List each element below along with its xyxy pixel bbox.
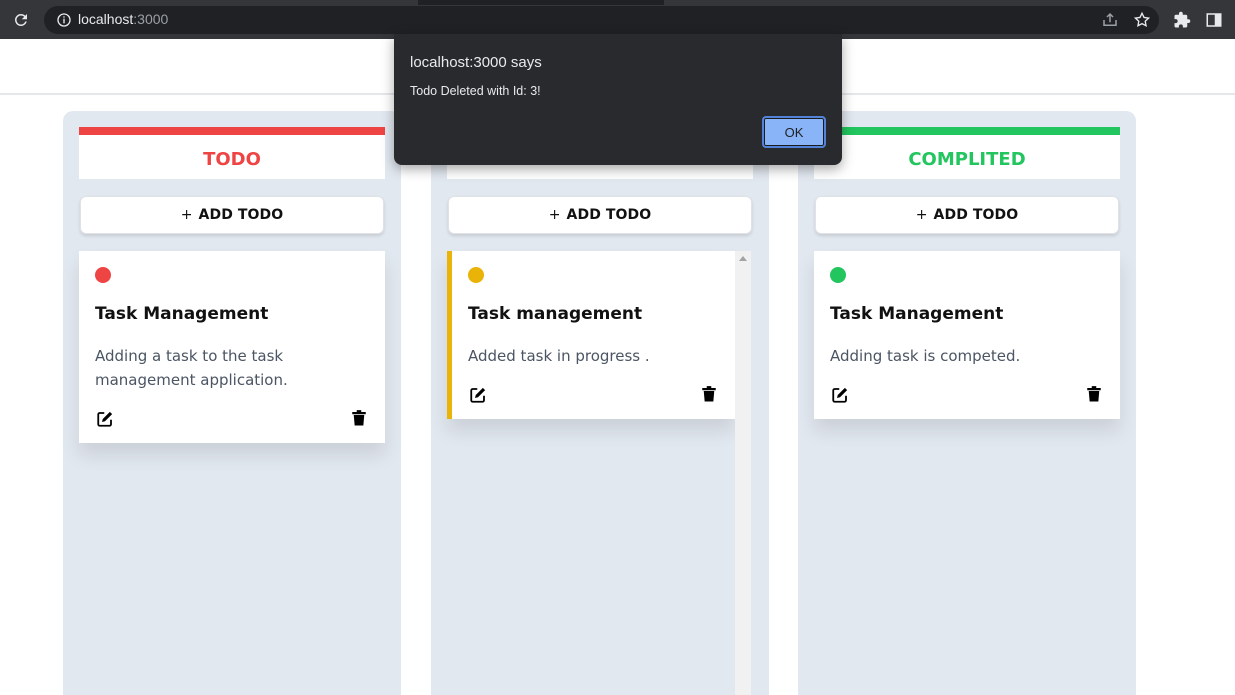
active-tab-strip [418,0,664,5]
trash-icon[interactable] [350,409,368,427]
plus-icon: + [548,207,561,223]
add-todo-button[interactable]: + ADD TODO [80,196,384,234]
add-todo-button[interactable]: + ADD TODO [448,196,752,234]
extensions-icon[interactable] [1173,11,1191,29]
status-dot [830,267,846,283]
dialog-message: Todo Deleted with Id: 3! [410,84,541,98]
column-title: TODO [203,149,261,170]
star-icon[interactable] [1133,11,1151,29]
info-icon[interactable] [56,12,72,28]
add-todo-label: ADD TODO [566,207,652,223]
card-title: Task management [468,304,643,324]
edit-icon[interactable] [469,386,487,404]
add-todo-button[interactable]: + ADD TODO [815,196,1119,234]
column-color-bar [79,127,385,135]
plus-icon: + [915,207,928,223]
alert-dialog: localhost:3000 says Todo Deleted with Id… [394,34,842,165]
status-dot [95,267,111,283]
url-text[interactable]: localhost:3000 [78,11,168,27]
address-bar[interactable] [44,6,1159,34]
task-card[interactable]: Task Management Adding task is competed. [814,251,1120,419]
column-header-todo: TODO [79,127,385,179]
column-completed: COMPLITED + ADD TODO Task Management Add… [798,111,1136,695]
status-dot [468,267,484,283]
card-description: Adding a task to the task management app… [95,347,288,389]
edit-icon[interactable] [96,410,114,428]
column-todo: TODO + ADD TODO Task Management Adding a… [63,111,401,695]
share-icon[interactable] [1101,11,1119,29]
card-description: Adding task is competed. [830,347,1021,365]
add-todo-label: ADD TODO [933,207,1019,223]
ok-button[interactable]: OK [762,116,826,148]
column-scrollbar[interactable] [735,251,751,695]
reload-icon[interactable] [12,11,30,29]
card-title: Task Management [830,304,1004,324]
card-title: Task Management [95,304,269,324]
url-port: :3000 [133,11,169,27]
edit-icon[interactable] [831,386,849,404]
trash-icon[interactable] [700,385,718,403]
task-card[interactable]: Task Management Adding a task to the tas… [79,251,385,443]
column-in-progress: + ADD TODO Task management Added task in… [431,111,769,695]
column-header-completed: COMPLITED [814,127,1120,179]
add-todo-label: ADD TODO [198,207,284,223]
url-host: localhost [78,11,134,27]
card-description: Added task in progress . [468,347,650,365]
plus-icon: + [180,207,193,223]
task-card[interactable]: Task management Added task in progress . [447,251,735,419]
trash-icon[interactable] [1085,385,1103,403]
column-color-bar [814,127,1120,135]
side-panel-icon[interactable] [1205,11,1223,29]
scroll-up-arrow-icon[interactable] [739,256,747,261]
column-title: COMPLITED [908,149,1026,170]
dialog-title: localhost:3000 says [410,54,542,71]
